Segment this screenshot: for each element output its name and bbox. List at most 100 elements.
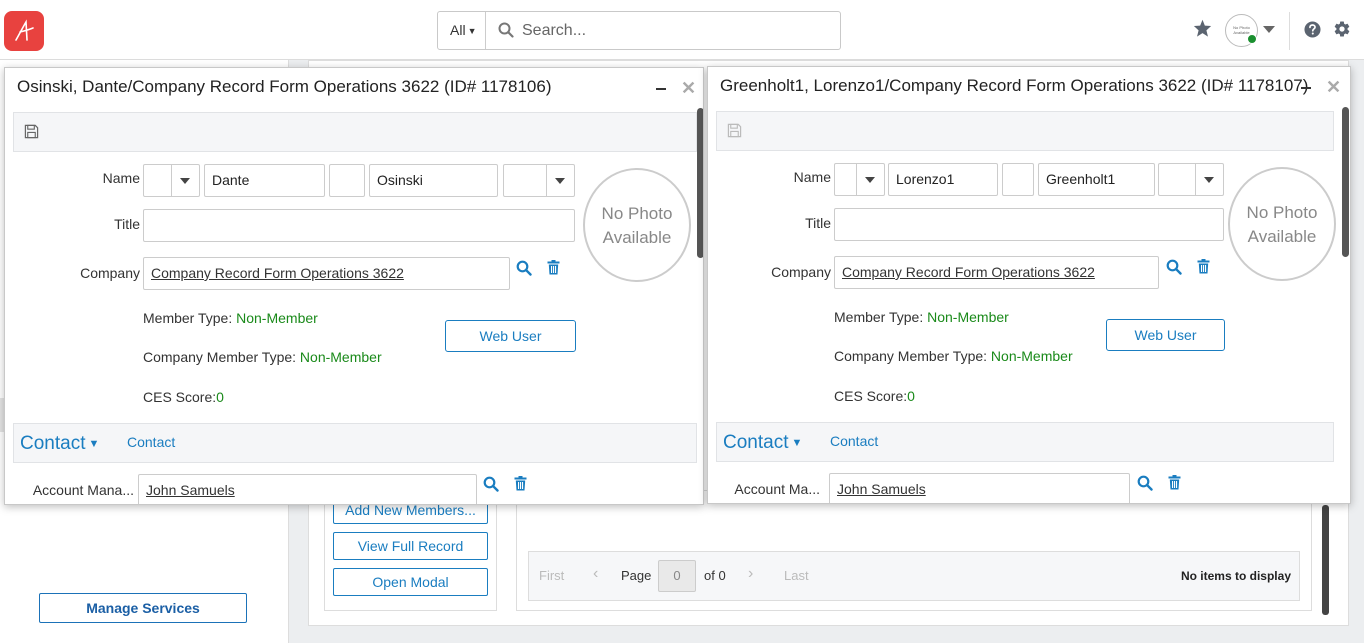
account-manager-delete-trash-icon[interactable] [1168, 475, 1181, 490]
web-user-button[interactable]: Web User [1106, 319, 1225, 351]
contact-modal-greenholt: Greenholt1, Lorenzo1/Company Record Form… [707, 66, 1351, 504]
company-link[interactable]: Company Record Form Operations 3622 [151, 265, 404, 281]
save-icon[interactable] [24, 124, 39, 139]
search-input[interactable] [520, 12, 820, 49]
pager-last-link[interactable]: Last [784, 568, 809, 583]
help-icon[interactable] [1304, 21, 1321, 38]
account-manager-link[interactable]: John Samuels [837, 481, 926, 497]
company-search-icon[interactable] [516, 260, 532, 276]
contact-modal-osinski: Osinski, Dante/Company Record Form Opera… [4, 67, 704, 505]
chevron-down-icon [865, 177, 875, 183]
open-modal-button[interactable]: Open Modal [333, 568, 488, 596]
title-input[interactable] [834, 208, 1224, 241]
first-name-input[interactable]: Lorenzo1 [888, 163, 998, 196]
member-type-value: Non-Member [236, 310, 318, 326]
last-name-input[interactable]: Greenholt1 [1038, 163, 1155, 196]
close-icon[interactable]: ✕ [681, 78, 696, 99]
middle-initial-input[interactable] [1002, 163, 1034, 196]
account-manager-search-icon[interactable] [483, 476, 499, 492]
account-manager-link[interactable]: John Samuels [146, 482, 235, 498]
minimize-icon[interactable] [656, 88, 666, 90]
member-type-label: Member Type: [834, 309, 924, 325]
pager-next-icon[interactable]: › [748, 565, 753, 583]
company-delete-trash-icon[interactable] [547, 260, 560, 275]
chevron-down-icon [1204, 177, 1214, 183]
no-photo-placeholder[interactable]: No Photo Available [583, 168, 691, 282]
pager-first-link[interactable]: First [539, 568, 564, 583]
member-type-label: Member Type: [143, 310, 233, 326]
web-user-button[interactable]: Web User [445, 320, 576, 352]
chevron-down-icon [180, 178, 190, 184]
modal-scrollbar[interactable] [1342, 107, 1349, 257]
company-member-type-field: Company Member Type: Non-Member [834, 348, 1073, 364]
chevron-down-icon: ▼ [467, 26, 477, 36]
company-member-type-label: Company Member Type: [834, 348, 988, 364]
name-suffix-select[interactable] [503, 164, 575, 197]
name-prefix-select[interactable] [143, 164, 200, 197]
member-type-value: Non-Member [927, 309, 1009, 325]
settings-gear-icon[interactable] [1333, 20, 1351, 38]
contact-section-toggle[interactable]: Contact ▼ [20, 433, 99, 455]
account-manager-lookup-input[interactable]: John Samuels [138, 474, 477, 504]
contact-tab-link[interactable]: Contact [830, 433, 878, 449]
pager-page-input[interactable]: 0 [658, 560, 696, 592]
main-scrollbar[interactable] [1322, 505, 1329, 615]
middle-initial-input[interactable] [329, 164, 365, 197]
pager-of-label: of 0 [704, 568, 726, 583]
name-label: Name [793, 169, 831, 185]
name-prefix-select[interactable] [834, 163, 885, 196]
app-logo[interactable] [4, 11, 44, 51]
contact-section-header: Contact ▼ Contact [13, 423, 697, 463]
company-member-type-label: Company Member Type: [143, 349, 297, 365]
pager-page-label: Page [621, 568, 652, 583]
ces-score-field: CES Score:0 [834, 388, 915, 404]
ces-score-value: 0 [907, 388, 915, 404]
search-scope-dropdown[interactable]: All ▼ [438, 12, 486, 49]
search-scope-label: All [450, 22, 466, 38]
company-member-type-value: Non-Member [990, 348, 1073, 364]
account-manager-lookup-input[interactable]: John Samuels [829, 473, 1130, 503]
account-manager-search-icon[interactable] [1137, 475, 1153, 491]
no-photo-placeholder[interactable]: No Photo Available [1228, 167, 1336, 281]
contact-tab-link[interactable]: Contact [127, 434, 175, 450]
ces-score-field: CES Score:0 [143, 389, 224, 405]
manage-services-button[interactable]: Manage Services [39, 593, 247, 623]
user-menu-chevron-icon[interactable] [1263, 26, 1275, 33]
title-input[interactable] [143, 209, 575, 242]
pager-empty-message: No items to display [1180, 569, 1291, 583]
toolbar-divider [1289, 12, 1290, 50]
member-type-field: Member Type: Non-Member [143, 310, 318, 326]
ces-score-value: 0 [216, 389, 224, 405]
global-search: All ▼ [437, 11, 841, 50]
grid-pager: First ‹ Page 0 of 0 › Last No items to d… [528, 551, 1300, 601]
chevron-down-icon: ▼ [88, 438, 100, 450]
view-full-record-button[interactable]: View Full Record [333, 532, 488, 560]
contact-section-title: Contact [20, 433, 86, 454]
search-icon [498, 22, 514, 38]
online-status-indicator [1247, 34, 1257, 44]
company-link[interactable]: Company Record Form Operations 3622 [842, 264, 1095, 280]
account-manager-label: Account Mana... [32, 482, 134, 498]
last-name-input[interactable]: Osinski [369, 164, 498, 197]
name-suffix-select[interactable] [1158, 163, 1224, 196]
company-member-type-value: Non-Member [299, 349, 382, 365]
company-lookup-input[interactable]: Company Record Form Operations 3622 [834, 256, 1159, 289]
company-search-icon[interactable] [1166, 259, 1182, 275]
company-lookup-input[interactable]: Company Record Form Operations 3622 [143, 257, 510, 290]
contact-section-toggle[interactable]: Contact ▼ [723, 432, 802, 454]
minimize-icon[interactable] [1301, 87, 1311, 89]
account-manager-label: Account Ma... [734, 481, 820, 497]
company-delete-trash-icon[interactable] [1197, 259, 1210, 274]
favorites-star-icon[interactable] [1193, 19, 1212, 37]
save-icon[interactable] [727, 123, 742, 138]
first-name-input[interactable]: Dante [204, 164, 325, 197]
ces-score-label: CES Score: [834, 388, 908, 404]
close-icon[interactable]: ✕ [1326, 77, 1341, 98]
member-type-field: Member Type: Non-Member [834, 309, 1009, 325]
account-manager-delete-trash-icon[interactable] [514, 476, 527, 491]
company-label: Company [80, 265, 140, 281]
name-label: Name [102, 170, 140, 186]
company-label: Company [771, 264, 831, 280]
pager-prev-icon[interactable]: ‹ [593, 565, 598, 583]
modal-scrollbar[interactable] [697, 108, 703, 258]
